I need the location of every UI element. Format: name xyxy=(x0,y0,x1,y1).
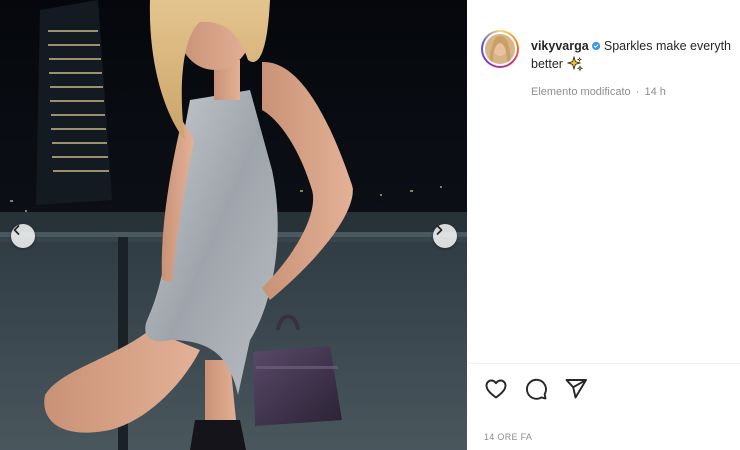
post-media[interactable] xyxy=(0,0,467,450)
avatar-image xyxy=(485,34,515,64)
edited-label: Elemento modificato xyxy=(531,86,631,98)
post-photo xyxy=(0,0,467,450)
post-actions xyxy=(483,376,589,402)
sparkles-icon xyxy=(566,56,583,72)
caption-text-line1: Sparkles make everyth xyxy=(603,39,731,53)
relative-time: 14 h xyxy=(644,86,666,98)
post-timestamp[interactable]: 14 ORE FA xyxy=(484,432,532,442)
heart-icon xyxy=(485,379,507,399)
verified-badge-icon xyxy=(591,41,600,51)
meta-separator: · xyxy=(635,86,640,98)
post-details-panel: vikyvarga Sparkles make everyth better E… xyxy=(467,0,740,450)
comment-icon xyxy=(526,378,547,400)
post-caption-block: vikyvarga Sparkles make everyth better xyxy=(481,30,740,73)
like-button[interactable] xyxy=(483,376,509,402)
carousel-prev-button[interactable] xyxy=(11,224,35,248)
chevron-left-icon xyxy=(13,225,20,235)
username-link[interactable]: vikyvarga xyxy=(531,37,589,55)
paper-plane-icon xyxy=(565,379,587,399)
carousel-next-button[interactable] xyxy=(433,224,457,248)
divider xyxy=(467,363,740,364)
caption-meta: Elemento modificato · 14 h xyxy=(531,86,666,98)
chevron-right-icon xyxy=(436,225,443,235)
share-button[interactable] xyxy=(563,376,589,402)
avatar[interactable] xyxy=(481,30,519,68)
comment-button[interactable] xyxy=(523,376,549,402)
caption: vikyvarga Sparkles make everyth better xyxy=(531,37,731,73)
caption-text-line2: better xyxy=(531,57,563,71)
